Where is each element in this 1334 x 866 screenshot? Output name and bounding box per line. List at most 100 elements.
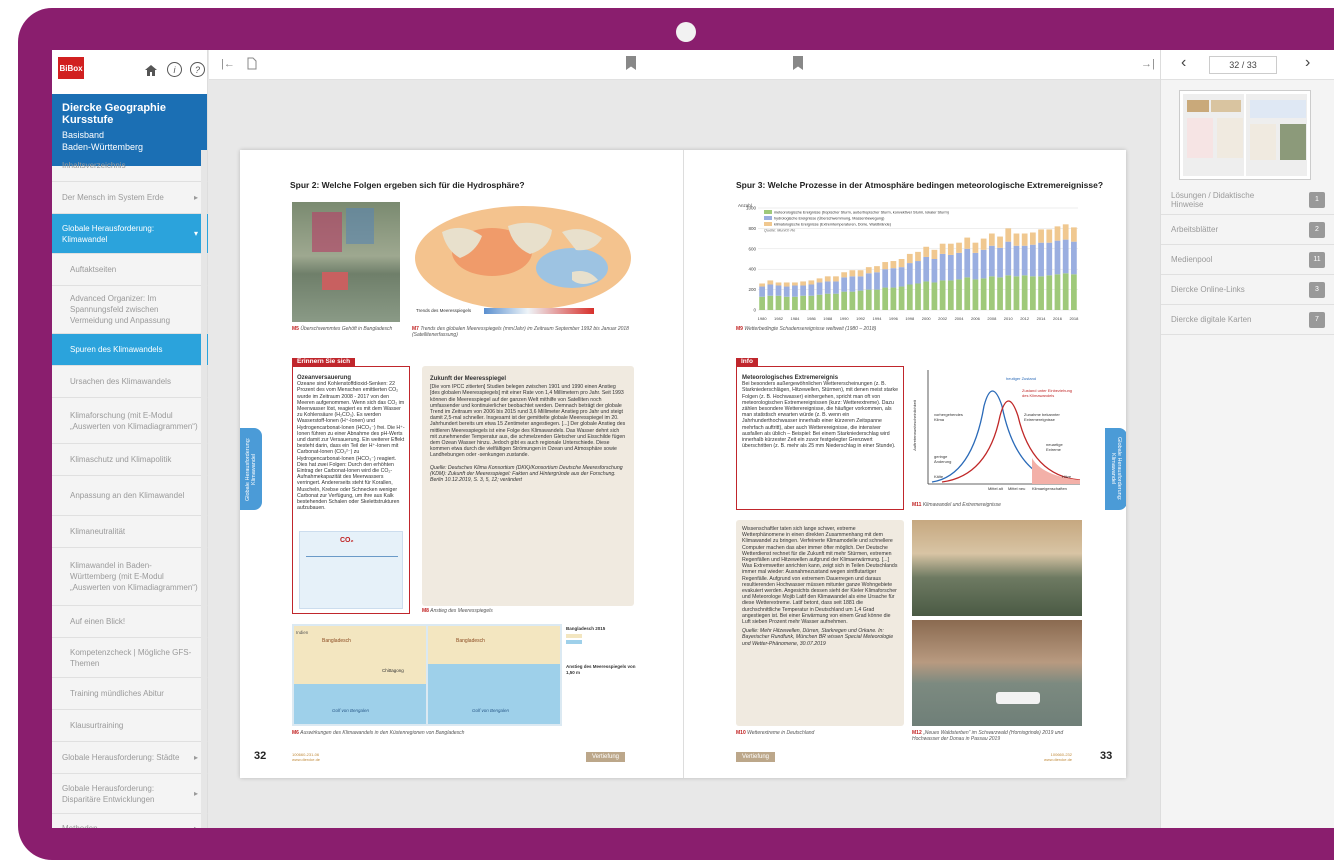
nav-item[interactable]: Klimaforschung (mit E-Modul „Auswerten v… [52,398,208,444]
chart-bar [857,290,864,310]
nav-item-label: Anpassung an den Klimawandel [70,491,185,500]
nav-item-label: Der Mensch im System Erde [62,193,164,202]
chart-bar [841,272,848,278]
chart-bar [1030,276,1036,310]
nav-item[interactable]: Klimawandel in Baden-Württemberg (mit E-… [52,548,208,606]
nav-item[interactable]: Training mündliches Abitur [52,678,208,710]
m11-label-vorhergehend: vorhergehendes Klima [934,412,963,422]
nav-item-label: Auftaktseiten [70,265,117,274]
chart-xtick-label: 1984 [790,316,800,321]
chart-xtick-label: 1986 [807,316,817,321]
nav-item[interactable]: Spuren des Klimawandels [52,334,208,366]
bangladesh-maps[interactable]: Bangladesch Bangladesch Indien Chittagon… [292,624,562,726]
collapse-sidebar-icon[interactable]: |← [221,58,235,70]
erinnern-label: Erinnern Sie sich [292,358,356,367]
chart-bar [956,242,962,253]
chart-legend-swatch [764,222,772,226]
chapter-tab-right[interactable]: Globale Herausforderung: Klimawandel [1105,428,1126,510]
nav-item[interactable]: Methoden ▸ [52,814,208,828]
nav-item[interactable]: Inhaltsverzeichnis [52,150,208,182]
info-label: Info [736,358,758,367]
resource-count-badge: 7 [1309,311,1325,328]
m11-ylabel: Auftretenswahrscheinlichkeit [912,400,917,451]
sidebar-scrollbar[interactable] [201,150,207,828]
chart-bar [1038,229,1044,243]
nav-item[interactable]: Auf einen Blick! [52,606,208,638]
bangladesh-legend: Bangladesch 2015 Anstieg des Meeresspieg… [566,626,636,726]
passau-flood-photo[interactable] [912,620,1082,726]
nav-item-label: Auf einen Blick! [70,617,126,626]
chart-bar [874,266,880,273]
map-label-chittagong: Chittagong [382,668,404,673]
chart-bar [882,287,889,310]
help-icon[interactable]: ? [190,62,205,77]
chart-bar [931,249,938,259]
forest-dieback-photo[interactable] [912,520,1082,616]
home-icon[interactable] [143,62,159,78]
chart-bar [833,276,839,282]
chart-ytick-label: 0 [753,308,756,313]
resource-item[interactable]: Diercke digitale Karten 7 [1161,305,1334,335]
map-label-golf-2: Golf von Bengalen [472,708,510,713]
resource-item[interactable]: Arbeitsblätter 2 [1161,215,1334,245]
chart-bar [759,283,765,287]
nav-item[interactable]: Globale Herausforderung: Klimawandel ▾ [52,214,208,254]
chart-bar [939,253,946,281]
bookmark-left-icon[interactable] [626,56,636,70]
chart-bar [964,277,971,310]
chart-bar [890,268,897,288]
chart-bar [1038,242,1044,277]
nav-item-label: Klimawandel in Baden-Württemberg (mit E-… [70,561,198,592]
chart-bar [792,296,798,310]
zukunft-source: Quelle: Deutsches Klima Konsortium (DKK)… [430,464,623,484]
nav-item[interactable]: Globale Herausforderung: Disparitäre Ent… [52,774,208,814]
caption-m12: M12 „Neues Waldsterben“ im Schwarzwald (… [912,730,1064,742]
nav-item-label: Kompetenzcheck | Mögliche GFS-Themen [70,647,192,668]
page-icon[interactable] [247,57,257,73]
nav-item[interactable]: Kompetenzcheck | Mögliche GFS-Themen [52,638,208,678]
resource-label: Diercke digitale Karten [1171,315,1252,324]
nav-item[interactable]: Advanced Organizer: Im Spannungsfeld zwi… [52,286,208,334]
page-indicator[interactable]: 32 / 33 [1209,56,1277,74]
chart-bar [800,295,806,310]
next-page-icon[interactable]: › [1305,54,1310,72]
chart-bar [915,283,921,310]
chart-bar [874,272,880,290]
nav-item-label: Inhaltsverzeichnis [62,161,126,170]
info-box: Info Meteorologisches Extremereignis Bei… [736,358,904,510]
chart-bar [1062,239,1069,274]
m11-label-heute: heutiger Zustand [1006,376,1037,381]
nav-item[interactable]: Klimaneutralität [52,516,208,548]
chart-bar [1054,274,1061,310]
m11-label-zustand: Zustand unter Einbeziehung des Klimawand… [1022,388,1073,398]
bookmark-right-icon[interactable] [793,56,803,70]
chart-bar [1038,276,1044,310]
prev-page-icon[interactable]: ‹ [1181,54,1186,72]
chart-bar [792,282,798,286]
chart-bar [1062,224,1069,240]
nav-item[interactable]: Ursachen des Klimawandels [52,366,208,398]
flood-photo[interactable] [292,202,400,322]
resource-item[interactable]: Diercke Online-Links 3 [1161,275,1334,305]
chart-bar [980,249,987,279]
nav-item[interactable]: Anpassung an den Klimawandel [52,476,208,516]
page-thumbnail[interactable] [1179,90,1311,180]
nav-item[interactable]: Klausurtraining [52,710,208,742]
chapter-tab-left[interactable]: Globale Herausforderung: Klimawandel [240,428,262,510]
nav-item[interactable]: Klimaschutz und Klimapolitik [52,444,208,476]
bibox-logo[interactable]: BiBox [58,57,84,79]
nav-item[interactable]: Globale Herausforderung: Städte ▸ [52,742,208,774]
nav-item[interactable]: Auftaktseiten [52,254,208,286]
info-icon[interactable]: i [167,62,182,77]
resource-item[interactable]: Lösungen / Didaktische Hinweise 1 [1161,185,1334,215]
nav-item[interactable]: Der Mensch im System Erde ▸ [52,182,208,214]
info-text: Bei besonders außergewöhnlichen Wetterer… [742,381,898,450]
zukunft-title: Zukunft der Meeresspiegel [430,376,507,382]
chart-bar [931,259,938,283]
chart-xtick-label: 1994 [873,316,883,321]
resource-item[interactable]: Medienpool 11 [1161,245,1334,275]
chart-bar [808,295,815,310]
collapse-right-panel-icon[interactable]: →| [1141,58,1155,70]
sea-level-map[interactable]: Trends des Meeresspiegels [412,202,634,322]
resource-count-badge: 2 [1309,221,1325,238]
